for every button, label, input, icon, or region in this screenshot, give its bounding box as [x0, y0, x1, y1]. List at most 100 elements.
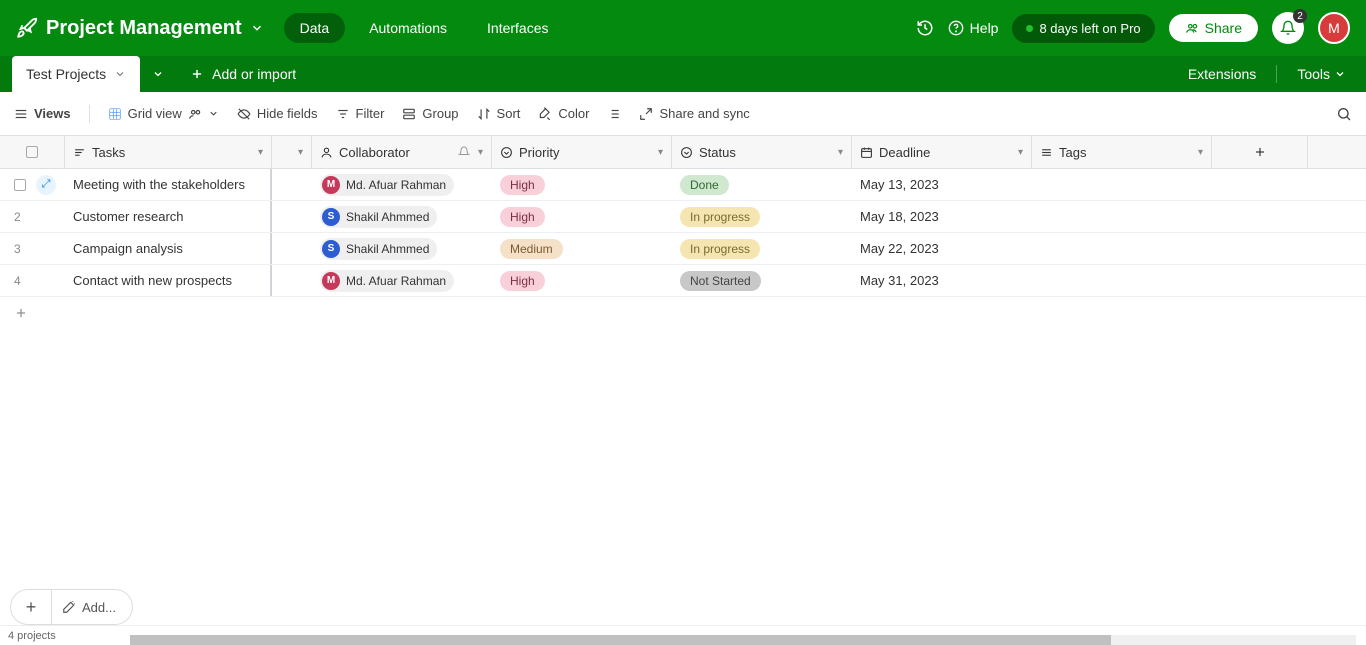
table-row[interactable]: 2 Customer research SShakil Ahmmed High … [0, 201, 1366, 233]
header-checkbox-cell[interactable] [0, 136, 65, 168]
trial-pill[interactable]: 8 days left on Pro [1012, 14, 1154, 43]
header-collaborator[interactable]: Collaborator ▾ [312, 136, 492, 168]
view-toolbar: Views Grid view Hide fields Filter Group… [0, 92, 1366, 136]
help-button[interactable]: Help [948, 20, 999, 36]
chevron-down-icon[interactable]: ▾ [258, 147, 263, 158]
calendar-icon [860, 146, 873, 159]
cell-tags[interactable] [1032, 169, 1212, 200]
cell-tags[interactable] [1032, 233, 1212, 264]
cell-priority[interactable]: Medium [492, 233, 672, 264]
header-status[interactable]: Status ▾ [672, 136, 852, 168]
cell-task[interactable]: Meeting with the stakeholders [65, 169, 272, 200]
table-row[interactable]: 3 Campaign analysis SShakil Ahmmed Mediu… [0, 233, 1366, 265]
people-icon[interactable] [188, 107, 202, 121]
grid-area: Tasks ▾ ▾ Collaborator ▾ Priority ▾ Stat… [0, 136, 1366, 625]
avatar-initial: M [322, 272, 340, 290]
cell-deadline[interactable]: May 13, 2023 [852, 169, 1032, 200]
cell-priority[interactable]: High [492, 169, 672, 200]
table-bar: Test Projects Add or import Extensions T… [0, 56, 1366, 92]
share-sync-button[interactable]: Share and sync [639, 106, 749, 121]
sort-button[interactable]: Sort [477, 106, 521, 121]
share-button[interactable]: Share [1169, 14, 1258, 42]
trial-label: 8 days left on Pro [1039, 21, 1140, 36]
cell-priority[interactable]: High [492, 265, 672, 296]
nav-automations[interactable]: Automations [353, 13, 463, 43]
cell-priority[interactable]: High [492, 201, 672, 232]
cell-collaborator[interactable]: MMd. Afuar Rahman [312, 265, 492, 296]
group-button[interactable]: Group [402, 106, 458, 121]
chevron-down-icon[interactable]: ▾ [838, 147, 843, 158]
hide-fields-button[interactable]: Hide fields [237, 106, 318, 121]
notification-badge: 2 [1293, 9, 1307, 23]
header-deadline[interactable]: Deadline ▾ [852, 136, 1032, 168]
notification-button[interactable]: 2 [1272, 12, 1304, 44]
cell-tags[interactable] [1032, 201, 1212, 232]
color-button[interactable]: Color [538, 106, 589, 121]
plus-icon [1253, 145, 1267, 159]
grid-view-button[interactable]: Grid view [108, 106, 219, 121]
cell-collaborator[interactable]: SShakil Ahmmed [312, 233, 492, 264]
cell-tags[interactable] [1032, 265, 1212, 296]
cell-deadline[interactable]: May 18, 2023 [852, 201, 1032, 232]
checkbox-icon[interactable] [14, 179, 26, 191]
cell-deadline[interactable]: May 22, 2023 [852, 233, 1032, 264]
header-priority[interactable]: Priority ▾ [492, 136, 672, 168]
add-row-button[interactable] [0, 297, 1366, 329]
user-icon [320, 146, 333, 159]
checkbox-icon[interactable] [26, 146, 38, 158]
priority-pill: High [500, 207, 545, 227]
cell-task[interactable]: Contact with new prospects [65, 265, 272, 296]
history-icon[interactable] [916, 19, 934, 37]
chevron-down-icon[interactable]: ▾ [478, 147, 483, 158]
header-expand[interactable]: ▾ [272, 136, 312, 168]
chevron-down-icon[interactable] [114, 68, 126, 80]
cell-collaborator[interactable]: SShakil Ahmmed [312, 201, 492, 232]
table-tab-active[interactable]: Test Projects [12, 56, 140, 92]
cell-task[interactable]: Customer research [65, 201, 272, 232]
cell-status[interactable]: Done [672, 169, 852, 200]
views-button[interactable]: Views [14, 106, 71, 121]
cell-status[interactable]: Not Started [672, 265, 852, 296]
cell-status[interactable]: In progress [672, 201, 852, 232]
header-tasks[interactable]: Tasks ▾ [65, 136, 272, 168]
row-height-button[interactable] [607, 107, 621, 121]
collab-name: Shakil Ahmmed [346, 210, 429, 224]
chevron-down-icon[interactable]: ▾ [1198, 147, 1203, 158]
search-button[interactable] [1336, 106, 1352, 122]
table-row[interactable]: ⤢ Meeting with the stakeholders MMd. Afu… [0, 169, 1366, 201]
header-tags[interactable]: Tags ▾ [1032, 136, 1212, 168]
extensions-button[interactable]: Extensions [1188, 66, 1256, 82]
tools-button[interactable]: Tools [1297, 66, 1346, 82]
priority-pill: Medium [500, 239, 563, 259]
filter-button[interactable]: Filter [336, 106, 385, 121]
cell-task[interactable]: Campaign analysis [65, 233, 272, 264]
nav-data[interactable]: Data [284, 13, 346, 43]
expand-icon[interactable]: ⤢ [36, 175, 56, 195]
add-import-label: Add or import [212, 66, 296, 82]
chevron-down-icon[interactable]: ▾ [658, 147, 663, 158]
row-number: 3 [14, 242, 28, 256]
bell-icon [458, 146, 470, 158]
avatar-button[interactable]: M [1318, 12, 1350, 44]
cell-collaborator[interactable]: MMd. Afuar Rahman [312, 169, 492, 200]
base-title[interactable]: Project Management [46, 17, 242, 40]
tab-list-chevron[interactable] [140, 68, 176, 80]
chevron-down-icon[interactable] [208, 108, 219, 119]
horizontal-scrollbar[interactable] [130, 635, 1356, 645]
base-chevron-icon[interactable] [250, 21, 264, 35]
share-label: Share [1205, 20, 1242, 36]
chevron-down-icon[interactable]: ▾ [1018, 147, 1023, 158]
nav-interfaces[interactable]: Interfaces [471, 13, 564, 43]
record-count: 4 projects [8, 630, 56, 642]
add-or-import-button[interactable]: Add or import [176, 66, 310, 82]
table-row[interactable]: 4 Contact with new prospects MMd. Afuar … [0, 265, 1366, 297]
cell-deadline[interactable]: May 31, 2023 [852, 265, 1032, 296]
cell-status[interactable]: In progress [672, 233, 852, 264]
wand-icon [62, 600, 76, 614]
trial-dot-icon [1026, 25, 1033, 32]
grid-header: Tasks ▾ ▾ Collaborator ▾ Priority ▾ Stat… [0, 136, 1366, 169]
header-add-field[interactable] [1212, 136, 1308, 168]
plus-icon [14, 306, 28, 320]
footer-add-button[interactable]: + [10, 589, 52, 625]
footer-add-label-button[interactable]: Add... [52, 589, 133, 625]
